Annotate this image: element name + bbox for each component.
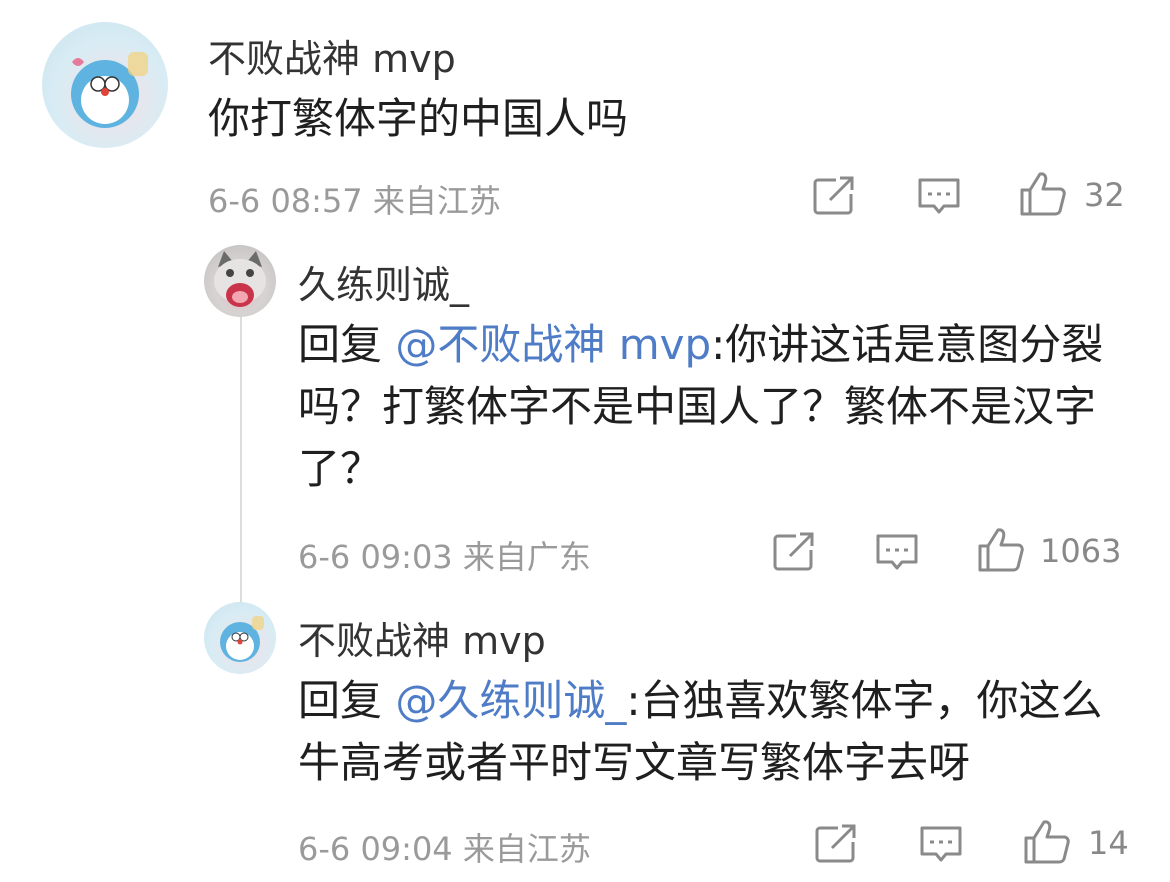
avatar[interactable] bbox=[204, 245, 276, 317]
comment-location: 来自江苏 bbox=[462, 830, 591, 868]
avatar[interactable] bbox=[204, 602, 276, 674]
reply-prefix: 回复 bbox=[298, 676, 396, 725]
comment-time: 6-6 09:03 bbox=[298, 538, 453, 576]
comment-username[interactable]: 不败战神 mvp bbox=[208, 28, 456, 83]
comment-text: 回复 @不败战神 mvp:你讲这话是意图分裂吗？打繁体字不是中国人了？繁体不是汉… bbox=[298, 314, 1138, 500]
avatar[interactable] bbox=[42, 22, 168, 148]
comment-time: 6-6 09:04 bbox=[298, 830, 453, 868]
mention-link[interactable]: @久练则诚_ bbox=[395, 676, 626, 725]
comment-username[interactable]: 久练则诚_ bbox=[298, 254, 469, 309]
comment-icon[interactable] bbox=[874, 532, 920, 572]
comment-meta: 6-6 09:04 来自江苏 bbox=[298, 824, 591, 870]
comment-location: 来自江苏 bbox=[372, 182, 501, 220]
like-icon[interactable] bbox=[976, 526, 1026, 574]
comment-time: 6-6 08:57 bbox=[208, 182, 363, 220]
thread-line bbox=[240, 310, 242, 610]
comment-text: 你打繁体字的中国人吗 bbox=[208, 94, 629, 143]
comment-text: 回复 @久练则诚_:台独喜欢繁体字，你这么牛高考或者平时写文章写繁体字去呀 bbox=[298, 670, 1138, 794]
share-icon[interactable] bbox=[814, 824, 858, 864]
cat-avatar bbox=[214, 251, 266, 307]
comment-location: 来自广东 bbox=[462, 538, 591, 576]
comment-meta: 6-6 09:03 来自广东 bbox=[298, 532, 591, 578]
like-count: 32 bbox=[1084, 176, 1125, 214]
doraemon-avatar bbox=[71, 52, 148, 128]
reply-prefix: 回复 bbox=[298, 320, 396, 369]
doraemon-avatar bbox=[220, 616, 264, 662]
comment-icon[interactable] bbox=[916, 176, 962, 216]
share-icon[interactable] bbox=[812, 176, 856, 216]
like-count: 14 bbox=[1088, 824, 1129, 862]
share-icon[interactable] bbox=[772, 532, 816, 572]
like-icon[interactable] bbox=[1022, 818, 1072, 866]
mention-link[interactable]: @不败战神 mvp bbox=[395, 320, 711, 369]
comment-username[interactable]: 不败战神 mvp bbox=[298, 610, 546, 665]
comment-icon[interactable] bbox=[918, 824, 964, 864]
like-icon[interactable] bbox=[1018, 170, 1068, 218]
comment-meta: 6-6 08:57 来自江苏 bbox=[208, 176, 501, 222]
like-count: 1063 bbox=[1040, 532, 1122, 570]
